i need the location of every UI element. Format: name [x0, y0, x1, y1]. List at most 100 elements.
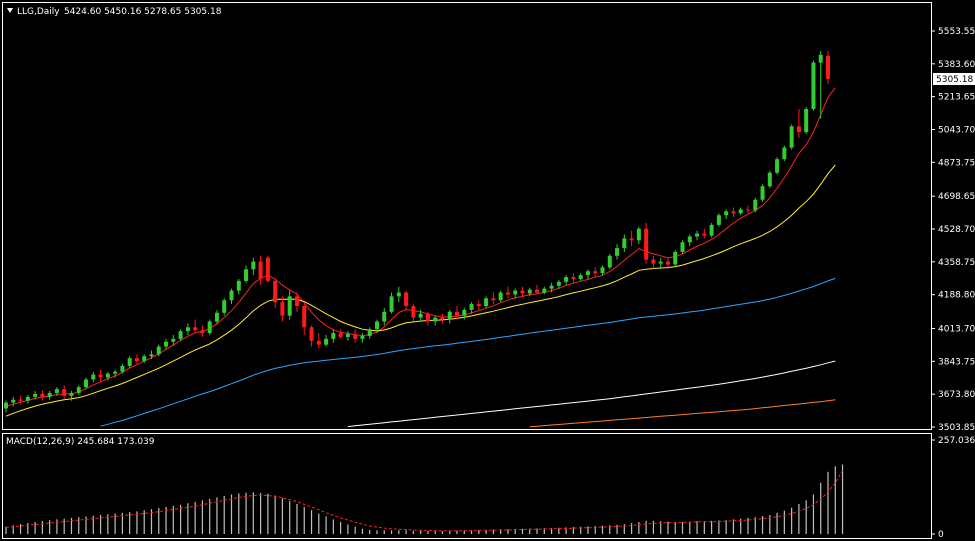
candle [804, 107, 809, 135]
candle-body [193, 327, 198, 331]
candle-body [556, 281, 561, 286]
candle-body [636, 228, 641, 241]
candle-body [258, 261, 263, 279]
candle-body [396, 292, 401, 297]
candle-body [520, 290, 525, 294]
candle-body [273, 280, 278, 303]
candle-body [600, 267, 605, 274]
candle-body [113, 371, 118, 374]
candle-body [367, 329, 372, 336]
candle-body [825, 55, 831, 79]
candle-body [775, 159, 780, 173]
candle [709, 222, 714, 238]
candle-body [47, 392, 52, 397]
candle-body [687, 236, 692, 243]
candle-body [505, 292, 510, 295]
candle [767, 170, 772, 189]
candle-body [622, 238, 627, 249]
candle-body [404, 292, 409, 307]
candle-body [25, 396, 30, 401]
candle-body [3, 402, 9, 409]
candle-body [105, 373, 110, 378]
candle-body [244, 269, 249, 281]
candle [775, 157, 780, 175]
candle-body [593, 271, 598, 274]
candle-body [374, 321, 379, 330]
price-tick-label: 4698.65 [938, 192, 975, 202]
candle-body [11, 399, 16, 403]
candle-body [33, 393, 38, 397]
candle-body [142, 356, 147, 362]
candle-body [411, 306, 416, 318]
candle-body [782, 147, 787, 160]
candle-body [207, 321, 212, 334]
candle-body [91, 374, 96, 380]
candle-body [76, 387, 81, 393]
candle [716, 213, 721, 227]
candle [760, 184, 765, 202]
candle-body [425, 313, 430, 322]
macd-tick-label: 0 [938, 530, 944, 540]
candle-body [702, 233, 707, 236]
price-tick-label: 4013.70 [938, 324, 975, 334]
candle-body [571, 277, 576, 279]
price-tick-label: 4873.75 [938, 158, 975, 168]
candle-body [156, 346, 161, 355]
price-tick-label: 5213.65 [938, 93, 975, 103]
candle-body [644, 228, 649, 260]
candle [673, 250, 678, 267]
price-tick-label: 5043.70 [938, 126, 975, 136]
candle [811, 60, 816, 111]
price-tick-label: 5383.60 [938, 60, 975, 70]
candle-body [564, 277, 569, 282]
price-tick-label: 4528.70 [938, 225, 975, 235]
candle-body [40, 393, 45, 397]
candle-body [214, 312, 219, 322]
candle-body [665, 261, 670, 265]
candle-body [491, 298, 496, 301]
candle-body [789, 126, 794, 148]
candle-body [331, 333, 336, 339]
candle-body [338, 333, 343, 337]
candle-body [709, 224, 714, 236]
candle-body [309, 327, 314, 341]
candle-body [607, 255, 612, 268]
candle-body [345, 334, 350, 337]
candle-body [127, 358, 132, 366]
candle-body [673, 251, 678, 265]
trading-chart[interactable]: 5553.55 5383.60 5213.65 5043.70 4873.75 4698.… [0, 0, 975, 541]
candle-body [469, 304, 474, 310]
candle-body [585, 271, 590, 276]
candle-body [498, 292, 503, 301]
candle-body [731, 211, 736, 214]
candle-body [62, 389, 67, 396]
candle-body [236, 280, 241, 291]
candle-body [280, 302, 285, 316]
candle [607, 253, 612, 270]
candle-body [353, 334, 358, 339]
candle-body [302, 306, 307, 328]
symbol-label: LLG,Daily [17, 7, 60, 17]
candle-body [796, 126, 801, 133]
price-tick-label: 5553.55 [938, 27, 975, 37]
candle-body [251, 261, 256, 270]
candle-body [527, 289, 532, 294]
candle-body [69, 392, 74, 396]
candle-body [222, 300, 227, 313]
candle-body [360, 335, 365, 339]
candle-body [513, 290, 518, 295]
candle-body [745, 209, 750, 211]
candle-body [120, 365, 125, 372]
candle-body [134, 358, 139, 362]
candle-body [98, 374, 103, 378]
candle-body [724, 211, 729, 216]
candle-body [447, 311, 452, 320]
candle-body [542, 288, 547, 293]
price-tick-label: 4358.75 [938, 258, 975, 268]
candle-body [18, 399, 23, 401]
price-tick-label: 3503.85 [938, 423, 975, 433]
candle-body [651, 259, 656, 264]
candle [789, 124, 794, 150]
candle-body [149, 354, 154, 357]
candle-body [549, 285, 554, 289]
